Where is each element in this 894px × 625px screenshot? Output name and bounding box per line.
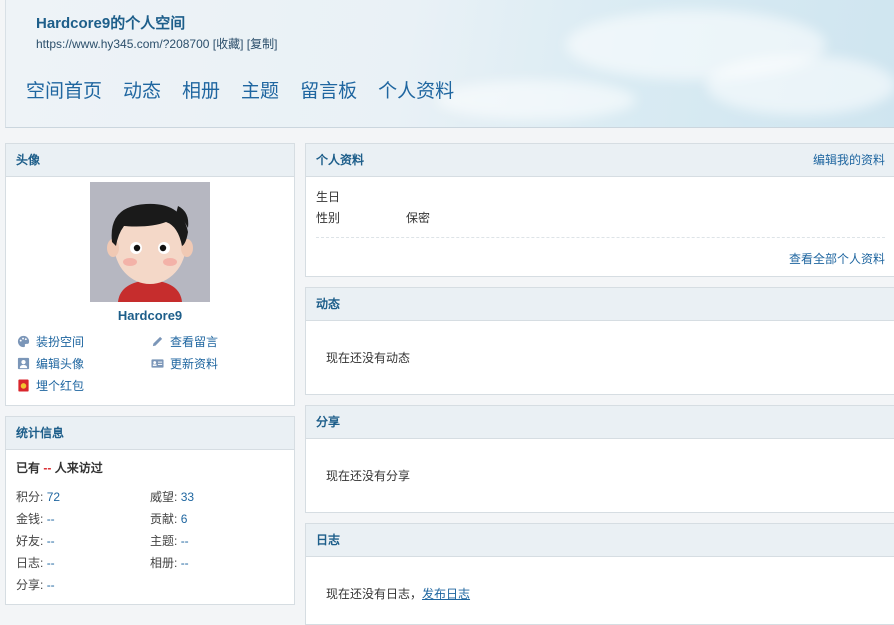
portrait-icon [17, 357, 30, 370]
nav-home[interactable]: 空间首页 [26, 76, 102, 103]
view-messages-link[interactable]: 查看留言 [151, 333, 218, 350]
stat-label: 好友: [16, 534, 44, 548]
update-profile-link[interactable]: 更新资料 [151, 355, 218, 372]
space-url-link[interactable]: https://www.hy345.com/?208700 [36, 37, 209, 51]
update-profile-label: 更新资料 [170, 357, 219, 371]
blog-empty-message: 现在还没有日志，发布日志 [326, 585, 470, 602]
stat-value[interactable]: 6 [181, 512, 188, 526]
profile-panel-title: 个人资料 [316, 153, 365, 167]
visitor-prefix: 已有 [16, 461, 41, 475]
stats-panel: 统计信息 已有 -- 人来访过 积分: 72 威望: 33 金钱: -- 贡献:… [5, 416, 295, 605]
edit-avatar-link[interactable]: 编辑头像 [17, 355, 84, 372]
stat-label: 贡献: [150, 512, 178, 526]
stat-shares: 分享: -- [16, 576, 55, 593]
username[interactable]: Hardcore9 [6, 308, 294, 323]
stats-panel-title: 统计信息 [6, 417, 294, 450]
stat-label: 日志: [16, 556, 44, 570]
stat-label: 主题: [150, 534, 178, 548]
edit-avatar-label: 编辑头像 [36, 357, 85, 371]
nav-feed[interactable]: 动态 [123, 76, 161, 103]
red-envelope-label: 埋个红包 [36, 379, 85, 393]
share-panel: 分享 现在还没有分享 [305, 405, 894, 513]
nav-guestbook[interactable]: 留言板 [300, 76, 357, 103]
stat-value[interactable]: -- [181, 556, 189, 570]
stat-value[interactable]: -- [47, 512, 55, 526]
visitor-value: -- [43, 461, 52, 475]
share-panel-title: 分享 [306, 406, 894, 439]
visitor-suffix: 人来访过 [54, 461, 103, 475]
pencil-icon [152, 336, 163, 347]
feed-empty-message: 现在还没有动态 [326, 351, 411, 365]
profile-panel-header: 个人资料 编辑我的资料 [306, 144, 894, 177]
feed-panel-title: 动态 [306, 288, 894, 321]
dress-up-space-link[interactable]: 装扮空间 [17, 333, 84, 350]
cloud-decoration [706, 55, 894, 115]
stat-points: 积分: 72 [16, 488, 60, 505]
stat-label: 分享: [16, 578, 44, 592]
stat-topics: 主题: -- [150, 532, 189, 549]
stat-friends: 好友: -- [16, 532, 55, 549]
visitor-count: 已有 -- 人来访过 [16, 459, 103, 476]
stat-value[interactable]: -- [47, 534, 55, 548]
space-nav: 空间首页 动态 相册 主题 留言板 个人资料 [26, 76, 475, 103]
palette-icon [17, 335, 30, 348]
view-messages-label: 查看留言 [170, 335, 219, 349]
stat-label: 相册: [150, 556, 178, 570]
share-empty-message: 现在还没有分享 [326, 469, 411, 483]
blog-panel: 日志 现在还没有日志，发布日志 [305, 523, 894, 625]
birthday-label: 生日 [316, 190, 341, 204]
space-title[interactable]: Hardcore9的个人空间 [36, 12, 185, 33]
space-header: Hardcore9的个人空间 https://www.hy345.com/?20… [5, 0, 894, 128]
post-blog-link[interactable]: 发布日志 [422, 587, 470, 601]
nav-album[interactable]: 相册 [182, 76, 220, 103]
stat-contribution: 贡献: 6 [150, 510, 187, 527]
stat-blogs: 日志: -- [16, 554, 55, 571]
cartoon-avatar-image [90, 182, 210, 302]
blog-empty-text: 现在还没有日志， [326, 587, 423, 601]
stat-value[interactable]: -- [47, 556, 55, 570]
red-envelope-icon [18, 379, 29, 392]
avatar-panel: 头像 Hardcore9 装扮空间 查看留言 编辑头像 更新资料 埋个红包 [5, 143, 295, 406]
stat-label: 威望: [150, 490, 178, 504]
dress-up-space-label: 装扮空间 [36, 335, 85, 349]
gender-value: 保密 [406, 211, 431, 225]
id-card-icon [151, 359, 164, 368]
stat-money: 金钱: -- [16, 510, 55, 527]
copy-link[interactable]: [复制] [247, 37, 278, 51]
stat-value[interactable]: -- [181, 534, 189, 548]
divider [316, 237, 885, 238]
feed-panel: 动态 现在还没有动态 [305, 287, 894, 395]
nav-profile[interactable]: 个人资料 [378, 76, 454, 103]
red-envelope-link[interactable]: 埋个红包 [17, 377, 84, 394]
stat-value[interactable]: 72 [47, 490, 60, 504]
space-url-line: https://www.hy345.com/?208700 [收藏] [复制] [36, 35, 277, 52]
avatar[interactable] [90, 182, 210, 302]
gender-label: 性别 [316, 211, 341, 225]
avatar-panel-title: 头像 [6, 144, 294, 177]
stat-value[interactable]: -- [47, 578, 55, 592]
stat-value[interactable]: 33 [181, 490, 194, 504]
stat-albums: 相册: -- [150, 554, 189, 571]
profile-panel: 个人资料 编辑我的资料 生日 性别 保密 查看全部个人资料 [305, 143, 894, 277]
nav-topics[interactable]: 主题 [241, 76, 279, 103]
edit-profile-link[interactable]: 编辑我的资料 [813, 144, 885, 176]
view-all-profile-link[interactable]: 查看全部个人资料 [789, 250, 885, 267]
stat-label: 金钱: [16, 512, 44, 526]
blog-panel-title: 日志 [306, 524, 894, 557]
stat-prestige: 威望: 33 [150, 488, 194, 505]
stat-label: 积分: [16, 490, 44, 504]
favorite-link[interactable]: [收藏] [213, 37, 244, 51]
